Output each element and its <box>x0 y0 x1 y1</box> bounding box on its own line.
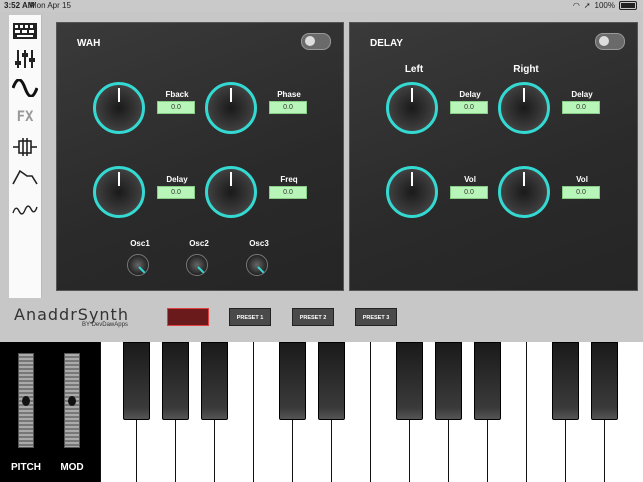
lfo-icon[interactable] <box>9 196 41 224</box>
mod-label: MOD <box>60 462 84 473</box>
preset-2-button[interactable]: PRESET 2 <box>292 308 334 326</box>
envelope-icon[interactable] <box>9 163 41 191</box>
wah-freq-value: 0.0 <box>269 186 307 199</box>
delay-right-delay-value: 0.0 <box>562 101 600 114</box>
delay-right-vol-knob[interactable] <box>498 166 550 218</box>
delay-right-delay-label: Delay <box>571 90 593 99</box>
wah-fback-value: 0.0 <box>157 101 195 114</box>
wah-phase-label: Phase <box>277 90 301 99</box>
wah-delay-value: 0.0 <box>157 186 195 199</box>
black-key[interactable] <box>318 342 345 420</box>
wah-title: WAH <box>77 38 101 49</box>
pitch-label: PITCH <box>11 462 41 473</box>
delay-right-label: Right <box>513 64 539 75</box>
delay-left-label: Left <box>404 64 424 75</box>
osc2-label: Osc2 <box>189 239 209 248</box>
black-key[interactable] <box>279 342 306 420</box>
mixer-icon[interactable] <box>9 45 41 73</box>
status-right: ◠ ➚ 100% <box>573 1 637 10</box>
delay-left-vol-label: Vol <box>464 175 476 184</box>
wah-phase-value: 0.0 <box>269 101 307 114</box>
wah-fback-knob[interactable] <box>93 82 145 134</box>
sidebar: FX <box>9 15 42 298</box>
white-key-divider <box>253 342 254 482</box>
delay-left-vol-value: 0.0 <box>450 186 488 199</box>
black-key[interactable] <box>552 342 579 420</box>
white-key-divider <box>370 342 371 482</box>
fx-icon-label: FX <box>16 109 34 125</box>
status-bar: 3:52 AM Mon Apr 15 ◠ ➚ 100% <box>0 0 643 12</box>
wah-freq-label: Freq <box>280 175 298 184</box>
battery-icon <box>619 1 637 10</box>
preset-1-button[interactable]: PRESET 1 <box>229 308 271 326</box>
location-icon: ➚ <box>583 1 591 10</box>
black-key[interactable] <box>474 342 501 420</box>
delay-right-vol-value: 0.0 <box>562 186 600 199</box>
brand-subtitle: BY DevDawApps <box>82 322 128 328</box>
wah-panel: WAH Fback 0.0 Phase 0.0 Delay 0.0 Freq 0… <box>56 22 344 291</box>
delay-left-vol-knob[interactable] <box>386 166 438 218</box>
black-key[interactable] <box>435 342 462 420</box>
osc1-label: Osc1 <box>130 239 150 248</box>
osc1-knob[interactable] <box>127 254 149 276</box>
piano-keyboard <box>100 342 643 482</box>
black-key[interactable] <box>123 342 150 420</box>
fx-icon[interactable]: FX <box>9 103 41 131</box>
record-button[interactable] <box>167 308 209 326</box>
black-key[interactable] <box>201 342 228 420</box>
preset-3-button[interactable]: PRESET 3 <box>355 308 397 326</box>
delay-left-delay-label: Delay <box>459 90 481 99</box>
white-key-divider <box>100 342 101 482</box>
wave-icon[interactable] <box>9 74 41 102</box>
wheel-area <box>0 342 100 482</box>
keyboard-icon[interactable] <box>9 17 41 45</box>
black-key[interactable] <box>591 342 618 420</box>
delay-panel: DELAY Left Right Delay 0.0 Delay 0.0 Vol… <box>349 22 638 291</box>
black-key[interactable] <box>162 342 189 420</box>
wah-toggle[interactable] <box>301 33 331 50</box>
wah-delay-knob[interactable] <box>93 166 145 218</box>
delay-left-delay-value: 0.0 <box>450 101 488 114</box>
osc3-knob[interactable] <box>246 254 268 276</box>
osc3-label: Osc3 <box>249 239 269 248</box>
filter-icon[interactable] <box>9 133 41 161</box>
wifi-icon: ◠ <box>572 1 580 10</box>
delay-toggle[interactable] <box>595 33 625 50</box>
delay-right-vol-label: Vol <box>576 175 588 184</box>
black-key[interactable] <box>396 342 423 420</box>
delay-right-delay-knob[interactable] <box>498 82 550 134</box>
osc2-knob[interactable] <box>186 254 208 276</box>
status-date: Mon Apr 15 <box>30 1 71 10</box>
wah-delay-label: Delay <box>166 175 188 184</box>
delay-left-delay-knob[interactable] <box>386 82 438 134</box>
wah-phase-knob[interactable] <box>205 82 257 134</box>
wah-freq-knob[interactable] <box>205 166 257 218</box>
pitch-wheel[interactable] <box>18 353 34 448</box>
delay-title: DELAY <box>370 38 403 49</box>
battery-percent: 100% <box>594 1 615 10</box>
white-key-divider <box>526 342 527 482</box>
mod-wheel[interactable] <box>64 353 80 448</box>
wah-fback-label: Fback <box>165 90 189 99</box>
